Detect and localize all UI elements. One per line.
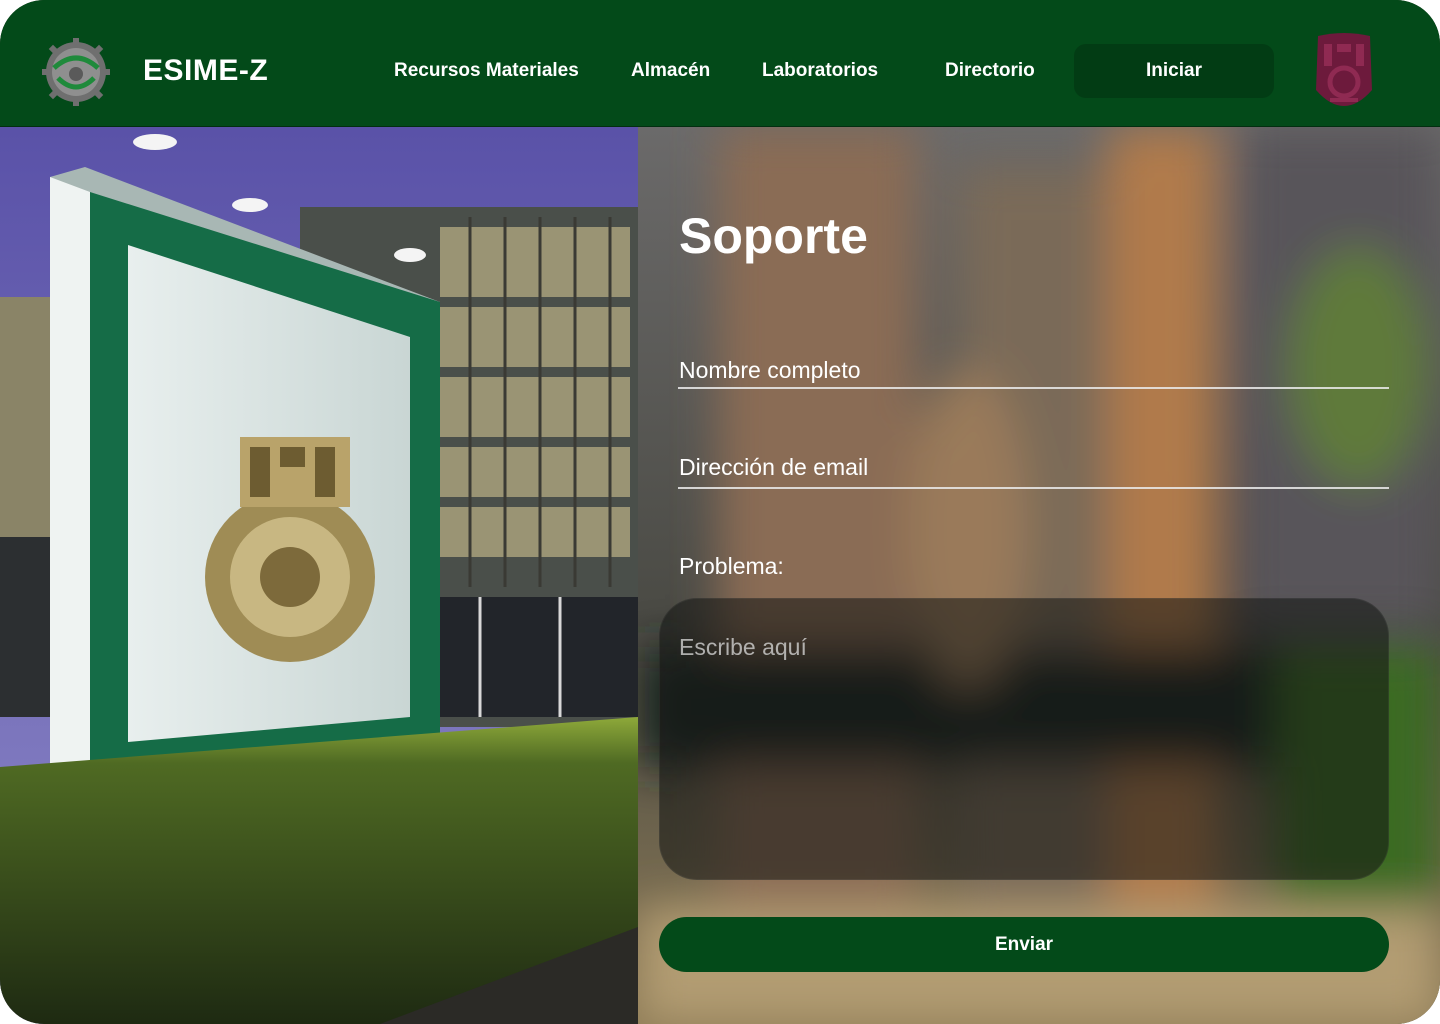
problem-label: Problema: <box>679 553 784 579</box>
name-field[interactable]: Nombre completo <box>679 355 861 385</box>
ipn-monument-photo <box>0 127 638 1024</box>
email-field[interactable]: Dirección de email <box>679 452 868 482</box>
submit-button[interactable]: Enviar <box>659 917 1389 972</box>
page-frame: ESIME-Z Recursos Materiales Almacén Labo… <box>0 0 1440 1024</box>
page-title: Soporte <box>679 208 868 264</box>
nav-link-laboratorios[interactable]: Laboratorios <box>762 58 878 84</box>
login-button[interactable]: Iniciar <box>1074 44 1274 98</box>
name-field-underline <box>678 387 1389 389</box>
esime-logo-icon[interactable] <box>40 38 112 106</box>
nav-link-recursos-materiales[interactable]: Recursos Materiales <box>394 58 579 84</box>
nav-link-almacen[interactable]: Almacén <box>631 58 710 84</box>
email-field-underline <box>678 487 1389 489</box>
hero-photo <box>0 127 638 1024</box>
problem-placeholder: Escribe aquí <box>679 634 807 660</box>
top-navbar: ESIME-Z Recursos Materiales Almacén Labo… <box>0 0 1440 127</box>
brand-title: ESIME-Z <box>143 54 269 87</box>
nav-link-directorio[interactable]: Directorio <box>945 58 1035 84</box>
ipn-logo-icon[interactable] <box>1310 30 1378 122</box>
